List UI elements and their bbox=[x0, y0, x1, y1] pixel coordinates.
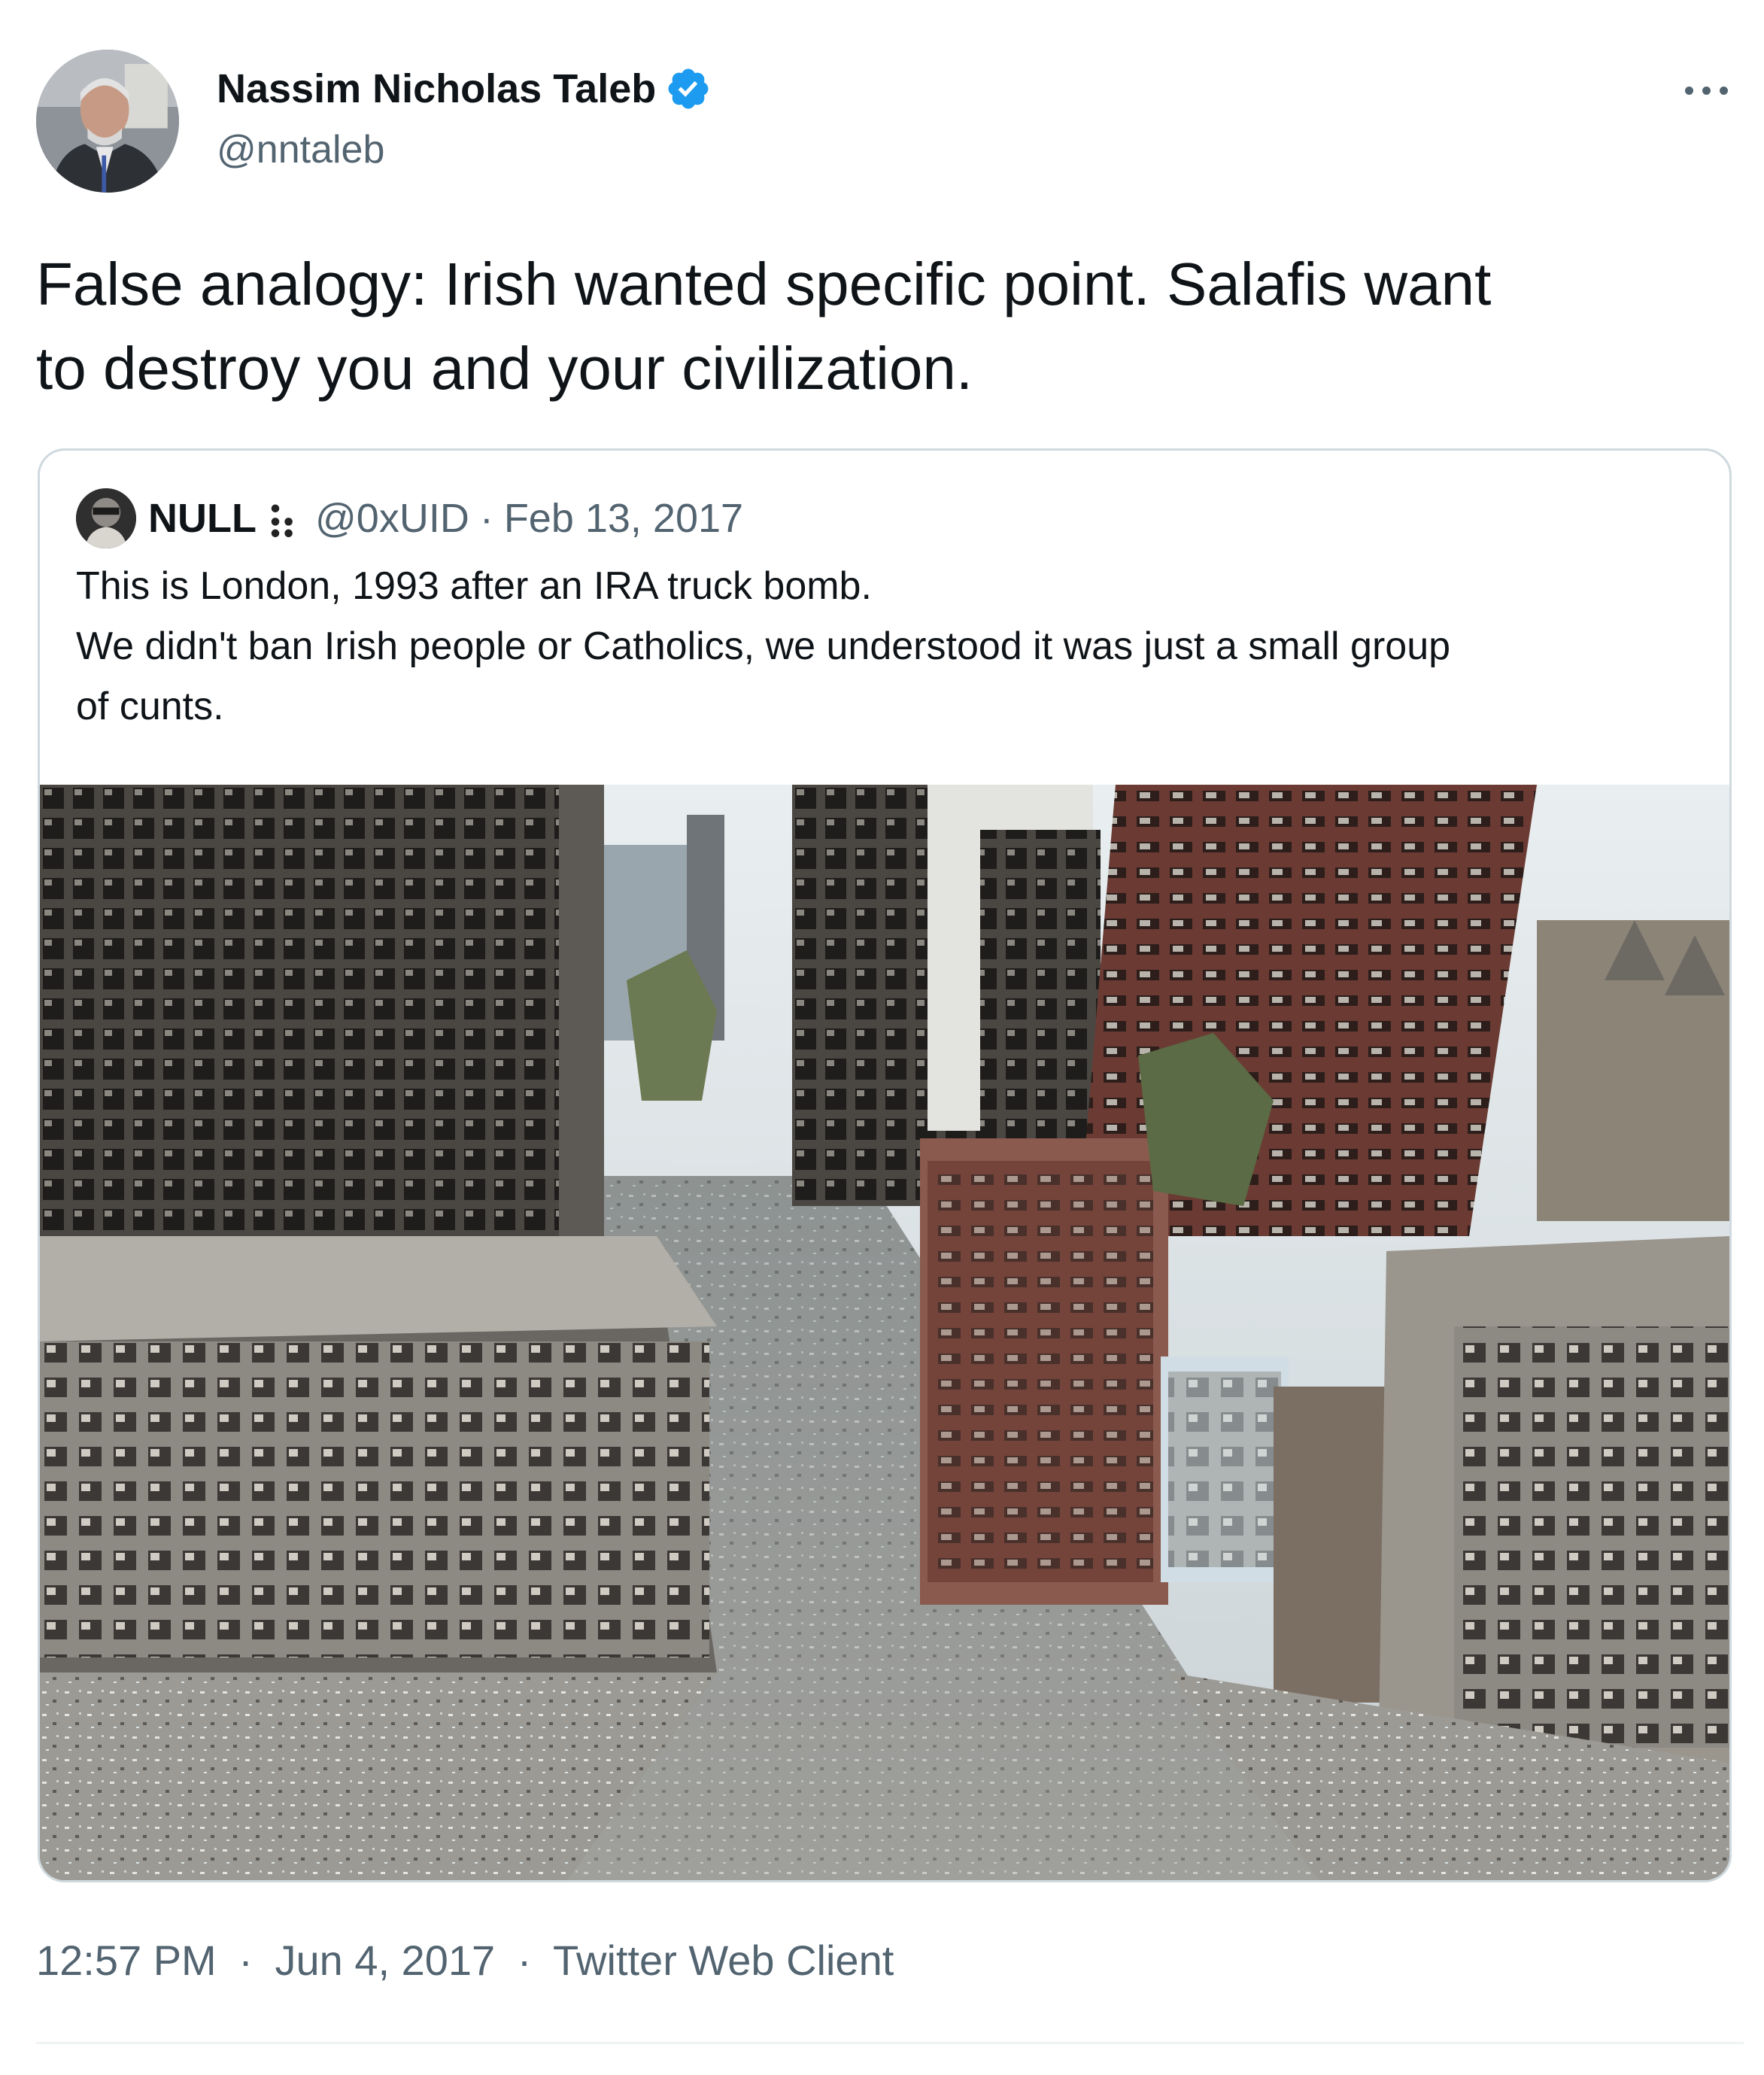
quoted-author-avatar[interactable] bbox=[76, 488, 136, 548]
tweet-container: Nassim Nicholas Taleb @nntaleb False ana… bbox=[0, 0, 1764, 2075]
quoted-media-image[interactable] bbox=[40, 785, 1729, 1880]
quoted-tweet-card[interactable]: NULL @0xUID · Feb 13, 2017 This is Londo… bbox=[38, 448, 1732, 1882]
author-handle[interactable]: @nntaleb bbox=[217, 125, 384, 175]
quoted-date[interactable]: Feb 13, 2017 bbox=[504, 495, 743, 542]
divider bbox=[36, 2042, 1744, 2044]
author-name[interactable]: Nassim Nicholas Taleb bbox=[217, 62, 712, 116]
verified-badge-icon bbox=[665, 65, 712, 112]
tweet-source[interactable]: Twitter Web Client bbox=[553, 1937, 894, 1984]
avatar-photo-icon bbox=[36, 50, 179, 193]
tweet-text-line: False analogy: Irish wanted specific poi… bbox=[36, 251, 1492, 317]
quoted-tweet-header: NULL @0xUID · Feb 13, 2017 bbox=[76, 488, 743, 548]
meta-separator: · bbox=[238, 1937, 253, 1984]
tweet-time[interactable]: 12:57 PM bbox=[36, 1937, 217, 1984]
author-avatar[interactable] bbox=[36, 50, 179, 193]
quoted-text-line: We didn't ban Irish people or Catholics,… bbox=[76, 624, 1451, 668]
more-dot-icon bbox=[1684, 86, 1693, 95]
author-name-text[interactable]: Nassim Nicholas Taleb bbox=[217, 62, 656, 116]
quoted-separator: · bbox=[479, 496, 493, 541]
quoted-text-line: of cunts. bbox=[76, 685, 224, 728]
tweet-text: False analogy: Irish wanted specific poi… bbox=[36, 242, 1744, 411]
more-dot-icon bbox=[1719, 86, 1728, 95]
meta-separator: · bbox=[517, 1937, 532, 1984]
tweet-metadata: 12:57 PM · Jun 4, 2017 · Twitter Web Cli… bbox=[36, 1932, 894, 1989]
quoted-text-line: This is London, 1993 after an IRA truck … bbox=[76, 564, 872, 608]
more-options-button[interactable] bbox=[1668, 66, 1744, 114]
tweet-text-line: to destroy you and your civilization. bbox=[36, 335, 973, 402]
dots-emoji-icon bbox=[267, 498, 300, 539]
more-dot-icon bbox=[1702, 86, 1711, 95]
quoted-author-name[interactable]: NULL bbox=[148, 495, 257, 542]
quoted-tweet-text: This is London, 1993 after an IRA truck … bbox=[76, 556, 1708, 737]
tweet-date[interactable]: Jun 4, 2017 bbox=[275, 1937, 495, 1984]
quoted-author-handle[interactable]: @0xUID bbox=[315, 495, 469, 542]
